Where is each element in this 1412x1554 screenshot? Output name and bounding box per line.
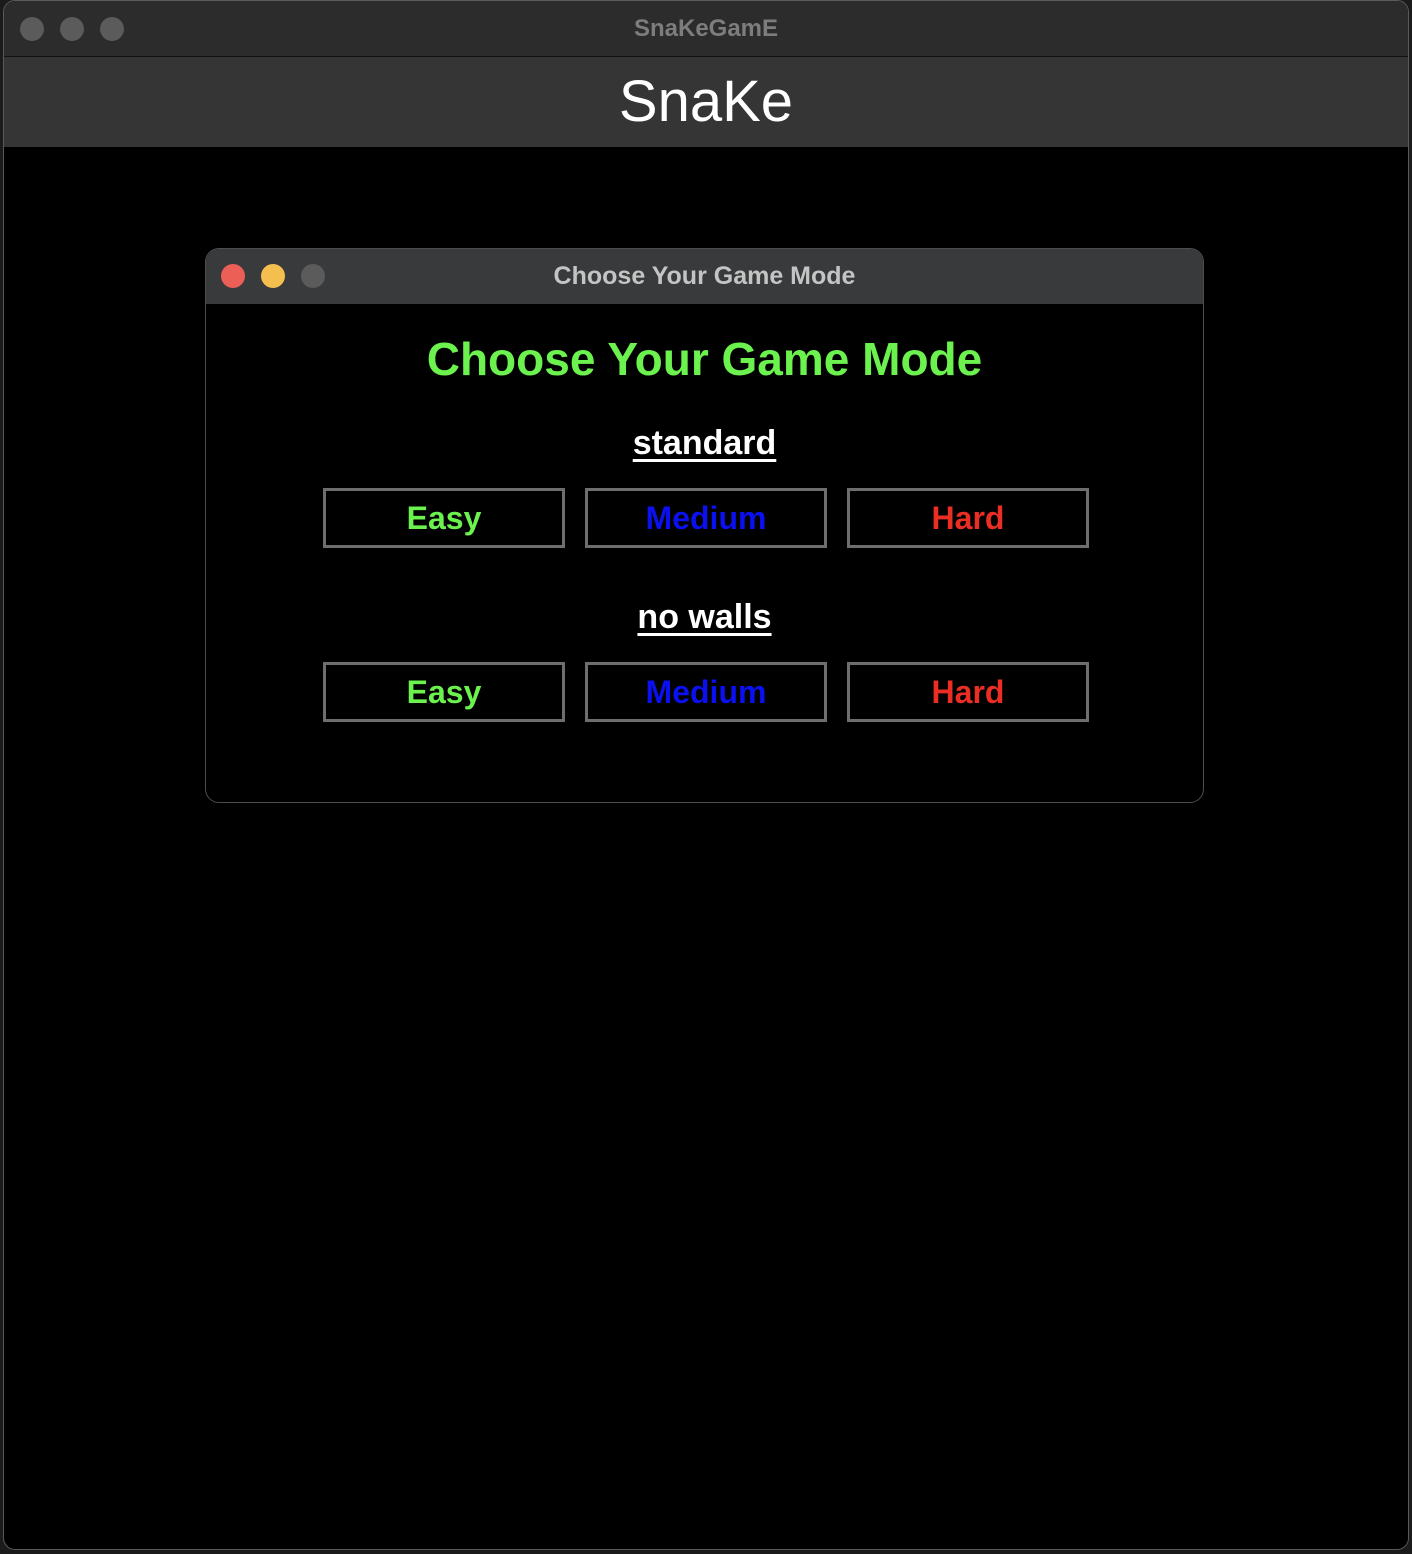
game-mode-dialog: Choose Your Game Mode Choose Your Game M… (205, 248, 1204, 803)
no-walls-easy-button[interactable]: Easy (323, 662, 565, 722)
standard-easy-button[interactable]: Easy (323, 488, 565, 548)
section-label-standard: standard (632, 424, 777, 462)
no-walls-medium-button[interactable]: Medium (585, 662, 827, 722)
dialog-close-button[interactable] (221, 264, 245, 288)
dialog-zoom-button[interactable] (301, 264, 325, 288)
dialog-minimize-button[interactable] (261, 264, 285, 288)
window-title: SnaKeGamE (633, 15, 779, 42)
dialog-titlebar: Choose Your Game Mode (206, 249, 1203, 304)
section-label-no-walls: no walls (637, 598, 772, 636)
dialog-heading: Choose Your Game Mode (426, 333, 983, 385)
no-walls-hard-button[interactable]: Hard (847, 662, 1089, 722)
main-titlebar: SnaKeGamE (4, 1, 1408, 57)
standard-medium-button[interactable]: Medium (585, 488, 827, 548)
standard-hard-button[interactable]: Hard (847, 488, 1089, 548)
app-title: SnaKe (618, 69, 794, 134)
app-header: SnaKe (4, 57, 1408, 147)
dialog-title: Choose Your Game Mode (553, 262, 856, 290)
